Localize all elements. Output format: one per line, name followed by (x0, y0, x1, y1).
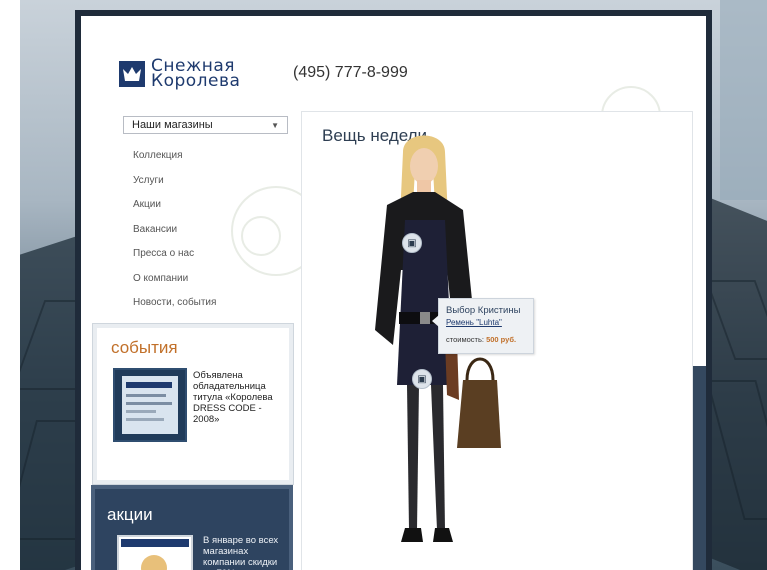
sidebar-nav: Коллекция Услуги Акции Вакансии Пресса о… (133, 149, 216, 321)
camera-icon[interactable]: ▣ (402, 233, 422, 253)
stores-dropdown-label: Наши магазины (132, 119, 213, 131)
product-tooltip: Выбор Кристины Ремень "Luhta" стоимость:… (432, 298, 534, 354)
bg-beam (720, 0, 767, 200)
tooltip-title: Выбор Кристины (446, 305, 521, 316)
sidebar-item-press[interactable]: Пресса о нас (133, 247, 216, 272)
event-poster (122, 376, 178, 434)
event-text[interactable]: Объявлена обладательница титула «Королев… (193, 370, 289, 425)
site-logo[interactable]: Снежная Королева (119, 58, 241, 91)
promo-text[interactable]: В январе во всех магазинах компании скид… (203, 535, 283, 570)
price-label: стоимость: (446, 335, 484, 344)
promo-thumbnail[interactable] (117, 535, 193, 570)
tooltip-price: стоимость: 500 руб. (446, 335, 526, 344)
tooltip-product-link[interactable]: Ремень "Luhta" (446, 318, 526, 327)
camera-icon[interactable]: ▣ (412, 369, 432, 389)
promos-title: акции (107, 505, 153, 524)
promos-panel: акции В январе во всех магазинах компани… (91, 485, 293, 570)
sidebar-item-collection[interactable]: Коллекция (133, 149, 216, 174)
sidebar-item-services[interactable]: Услуги (133, 174, 216, 199)
logo-line-2: Королева (151, 71, 241, 91)
sidebar-item-promotions[interactable]: Акции (133, 198, 216, 223)
sidebar-item-about[interactable]: О компании (133, 272, 216, 297)
logo-text: Снежная Королева (151, 58, 241, 91)
decor-swirl (241, 216, 281, 256)
stores-dropdown[interactable]: Наши магазины ▼ (123, 116, 288, 134)
sidebar-item-vacancies[interactable]: Вакансии (133, 223, 216, 248)
chevron-down-icon: ▼ (271, 120, 279, 130)
sidebar-item-news[interactable]: Новости, события (133, 296, 216, 321)
events-title: события (111, 338, 178, 357)
price-value: 500 руб. (486, 335, 517, 344)
event-thumbnail[interactable] (113, 368, 187, 442)
crown-icon (119, 61, 145, 87)
phone-number: (495) 777-8-999 (293, 64, 408, 81)
events-panel: события Объявлена обладательница титула … (93, 324, 293, 484)
